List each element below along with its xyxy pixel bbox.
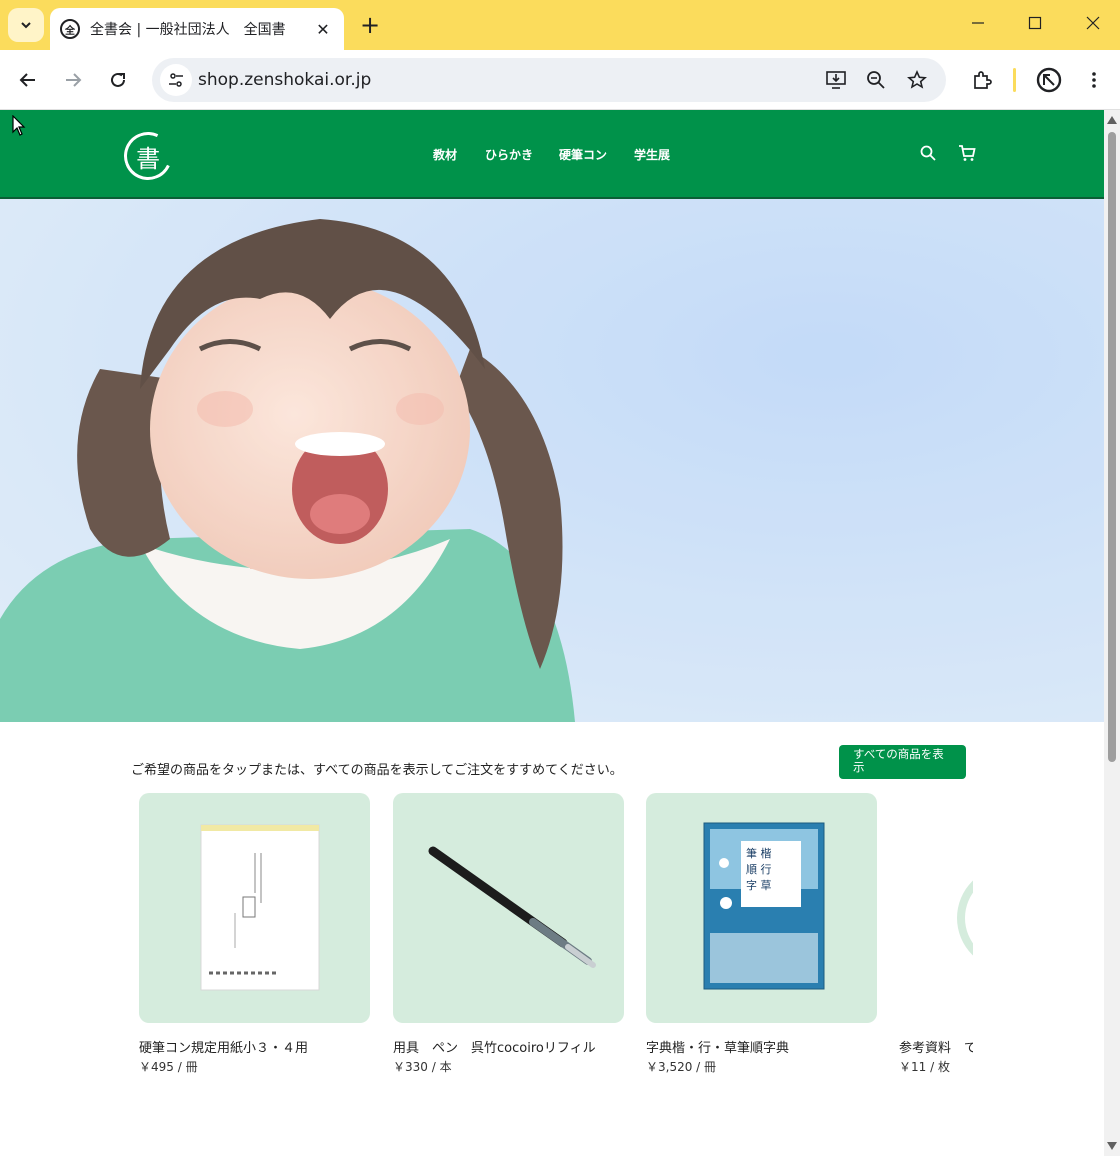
tab-search-button[interactable] bbox=[8, 8, 44, 42]
back-button[interactable] bbox=[11, 63, 45, 97]
site-logo[interactable]: 書 bbox=[117, 125, 179, 187]
nav-item-kohitsu-con[interactable]: 硬筆コン bbox=[559, 146, 607, 163]
tab-close-icon[interactable]: ✕ bbox=[312, 20, 334, 39]
product-card[interactable]: 筆 楷 順 行 字 草 字典楷・行・草筆順字典 ￥3,520 / 冊 bbox=[646, 793, 877, 1075]
product-image[interactable] bbox=[393, 793, 624, 1023]
address-bar[interactable]: shop.zenshokai.or.jp bbox=[152, 58, 946, 102]
cart-icon[interactable] bbox=[956, 142, 978, 164]
tab-title: 全書会 | 一般社団法人 全国書 bbox=[90, 22, 286, 38]
zenshokai-logo-icon: 全 bbox=[60, 19, 80, 39]
nav-item-hirakaki[interactable]: ひらかき bbox=[485, 146, 533, 163]
url-text: shop.zenshokai.or.jp bbox=[198, 70, 372, 90]
dictionary-book-image: 筆 楷 順 行 字 草 bbox=[703, 822, 825, 990]
product-image[interactable] bbox=[139, 793, 370, 1023]
search-icon[interactable] bbox=[917, 142, 939, 164]
product-image[interactable] bbox=[899, 793, 973, 1023]
hero-image bbox=[0, 199, 1104, 722]
intro-text: ご希望の商品をタップまたは、すべての商品を表示してご注文をすすめてください。 bbox=[131, 763, 623, 778]
new-tab-button[interactable]: + bbox=[356, 12, 384, 40]
pen-image bbox=[428, 846, 596, 968]
product-price: ￥495 / 冊 bbox=[139, 1060, 198, 1074]
reference-material-image bbox=[957, 880, 973, 956]
svg-text:筆 楷: 筆 楷 bbox=[746, 846, 772, 860]
profile-avatar-icon bbox=[1036, 67, 1062, 93]
close-icon bbox=[1086, 16, 1100, 30]
profile-button[interactable] bbox=[1032, 63, 1066, 97]
scroll-up-arrow-icon[interactable] bbox=[1107, 116, 1117, 124]
more-vert-icon bbox=[1092, 72, 1096, 88]
nav-item-gakuseiten[interactable]: 学生展 bbox=[634, 146, 670, 163]
browser-tabstrip: 全 全書会 | 一般社団法人 全国書 ✕ + bbox=[0, 0, 1120, 50]
scroll-thumb[interactable] bbox=[1108, 132, 1116, 762]
svg-text:字 草: 字 草 bbox=[746, 878, 772, 892]
forward-arrow-icon bbox=[66, 73, 82, 87]
maximize-button[interactable] bbox=[1015, 10, 1055, 40]
page-viewport: 書 教材 ひらかき 硬筆コン 学生展 ご希望の商品をタップまたは、すべての商品を… bbox=[0, 110, 1104, 1156]
answer-sheet-image bbox=[200, 824, 320, 991]
back-arrow-icon bbox=[19, 73, 35, 87]
show-all-products-button[interactable]: すべての商品を表示 bbox=[839, 745, 966, 779]
site-header: 書 教材 ひらかき 硬筆コン 学生展 bbox=[0, 110, 1104, 199]
product-name: 用具 ペン 呉竹cocoiroリフィル bbox=[393, 1041, 596, 1056]
install-app-icon[interactable] bbox=[822, 66, 850, 94]
product-name: 字典楷・行・草筆順字典 bbox=[646, 1041, 790, 1056]
site-info-icon[interactable] bbox=[160, 64, 192, 96]
product-card[interactable]: 硬筆コン規定用紙小３・４用 ￥495 / 冊 bbox=[139, 793, 370, 1075]
browser-toolbar: shop.zenshokai.or.jp bbox=[0, 50, 1120, 110]
toolbar-separator bbox=[1013, 68, 1016, 92]
chevron-down-icon bbox=[21, 22, 31, 29]
mouse-cursor-icon bbox=[12, 115, 26, 136]
minimize-button[interactable] bbox=[958, 10, 998, 40]
hero-photo-smiling-girl bbox=[0, 199, 1104, 722]
product-card[interactable]: 用具 ペン 呉竹cocoiroリフィル ￥330 / 本 bbox=[393, 793, 624, 1075]
bookmark-star-icon[interactable] bbox=[903, 66, 931, 94]
product-price: ￥11 / 枚 bbox=[899, 1060, 950, 1074]
product-image[interactable]: 筆 楷 順 行 字 草 bbox=[646, 793, 877, 1023]
browser-tab[interactable]: 全 全書会 | 一般社団法人 全国書 ✕ bbox=[50, 8, 344, 50]
logo-char: 書 bbox=[136, 144, 160, 173]
page-scrollbar[interactable] bbox=[1104, 110, 1120, 1156]
reload-icon bbox=[111, 72, 125, 87]
close-window-button[interactable] bbox=[1073, 10, 1113, 40]
product-name: 参考資料 て bbox=[899, 1041, 973, 1056]
puzzle-icon bbox=[974, 71, 992, 89]
minimize-icon bbox=[972, 22, 984, 24]
product-carousel: 硬筆コン規定用紙小３・４用 ￥495 / 冊 用具 ペン 呉竹cocoiroリフ… bbox=[139, 793, 973, 1093]
forward-button[interactable] bbox=[56, 63, 90, 97]
reload-button[interactable] bbox=[101, 63, 135, 97]
zoom-out-icon[interactable] bbox=[862, 66, 890, 94]
product-card[interactable]: 参考資料 て ￥11 / 枚 bbox=[899, 793, 973, 1075]
product-price: ￥330 / 本 bbox=[393, 1060, 452, 1074]
browser-menu-button[interactable] bbox=[1077, 63, 1111, 97]
maximize-icon bbox=[1028, 16, 1042, 30]
nav-item-kyozai[interactable]: 教材 bbox=[433, 146, 457, 163]
product-name: 硬筆コン規定用紙小３・４用 bbox=[139, 1041, 309, 1056]
extensions-button[interactable] bbox=[965, 63, 999, 97]
scroll-down-arrow-icon[interactable] bbox=[1107, 1142, 1117, 1150]
svg-text:順 行: 順 行 bbox=[746, 863, 772, 876]
product-price: ￥3,520 / 冊 bbox=[646, 1060, 717, 1074]
